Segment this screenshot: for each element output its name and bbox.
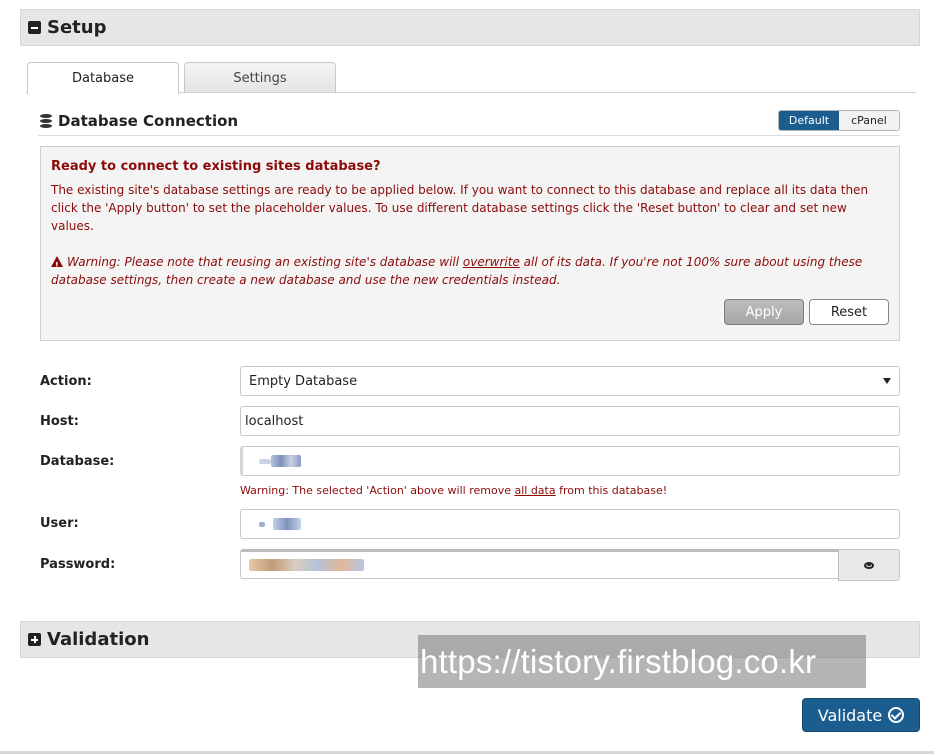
host-input[interactable]: localhost bbox=[240, 406, 900, 436]
setup-section-header[interactable]: Setup bbox=[20, 9, 920, 46]
validation-title: Validation bbox=[47, 629, 150, 650]
redacted-value bbox=[249, 559, 364, 571]
tab-settings[interactable]: Settings bbox=[184, 62, 336, 93]
action-select[interactable]: Empty Database bbox=[240, 366, 900, 396]
collapse-icon bbox=[28, 21, 41, 34]
action-label: Action: bbox=[40, 374, 92, 389]
expand-icon bbox=[28, 633, 41, 646]
redacted-value bbox=[273, 518, 301, 530]
eye-icon bbox=[864, 561, 874, 569]
database-input[interactable] bbox=[240, 446, 900, 476]
check-circle-icon bbox=[888, 707, 905, 723]
tab-settings-label: Settings bbox=[233, 70, 287, 86]
notice-warning-prefix: Warning: Please note that reusing an exi… bbox=[67, 255, 463, 269]
redacted-value bbox=[259, 458, 271, 464]
notice-warning: Warning: Please note that reusing an exi… bbox=[51, 253, 886, 289]
setup-title: Setup bbox=[47, 17, 107, 38]
redacted-value bbox=[271, 455, 301, 467]
action-value: Empty Database bbox=[249, 373, 358, 389]
database-connection-label: Database Connection bbox=[58, 112, 239, 130]
watermark: https://tistory.firstblog.co.kr bbox=[418, 635, 866, 688]
database-label: Database: bbox=[40, 454, 115, 469]
chevron-down-icon bbox=[883, 378, 891, 384]
redacted-value bbox=[259, 521, 265, 527]
notice-body: The existing site's database settings ar… bbox=[51, 183, 869, 233]
tab-database-label: Database bbox=[71, 71, 135, 86]
tab-database[interactable]: Database bbox=[27, 62, 179, 94]
user-label: User: bbox=[40, 516, 79, 531]
host-label: Host: bbox=[40, 414, 79, 429]
mode-cpanel-button[interactable]: cPanel bbox=[839, 111, 899, 130]
validate-button[interactable]: Validate bbox=[802, 698, 920, 732]
divider bbox=[38, 135, 900, 136]
mode-default-button[interactable]: Default bbox=[779, 111, 839, 130]
db-warning-prefix: Warning: The selected 'Action' above wil… bbox=[240, 484, 515, 497]
database-connection-title: Database Connection bbox=[40, 112, 238, 130]
database-icon bbox=[40, 113, 52, 129]
db-warning-link: all data bbox=[514, 484, 556, 497]
apply-button[interactable]: Apply bbox=[724, 299, 804, 325]
password-label: Password: bbox=[40, 557, 116, 572]
host-value: localhost bbox=[245, 413, 304, 429]
user-input[interactable] bbox=[240, 509, 900, 539]
notice-warning-link: overwrite bbox=[462, 255, 520, 269]
existing-db-notice: Ready to connect to existing sites datab… bbox=[40, 146, 900, 341]
show-password-button[interactable] bbox=[838, 549, 900, 581]
password-input[interactable] bbox=[240, 549, 840, 579]
connection-mode-toggle[interactable]: Default cPanel bbox=[778, 110, 900, 131]
notice-title: Ready to connect to existing sites datab… bbox=[51, 159, 381, 174]
database-warning: Warning: The selected 'Action' above wil… bbox=[240, 484, 667, 497]
db-warning-suffix: from this database! bbox=[555, 484, 668, 497]
validate-label: Validate bbox=[817, 705, 883, 725]
warning-icon bbox=[51, 256, 63, 275]
reset-button[interactable]: Reset bbox=[809, 299, 889, 325]
